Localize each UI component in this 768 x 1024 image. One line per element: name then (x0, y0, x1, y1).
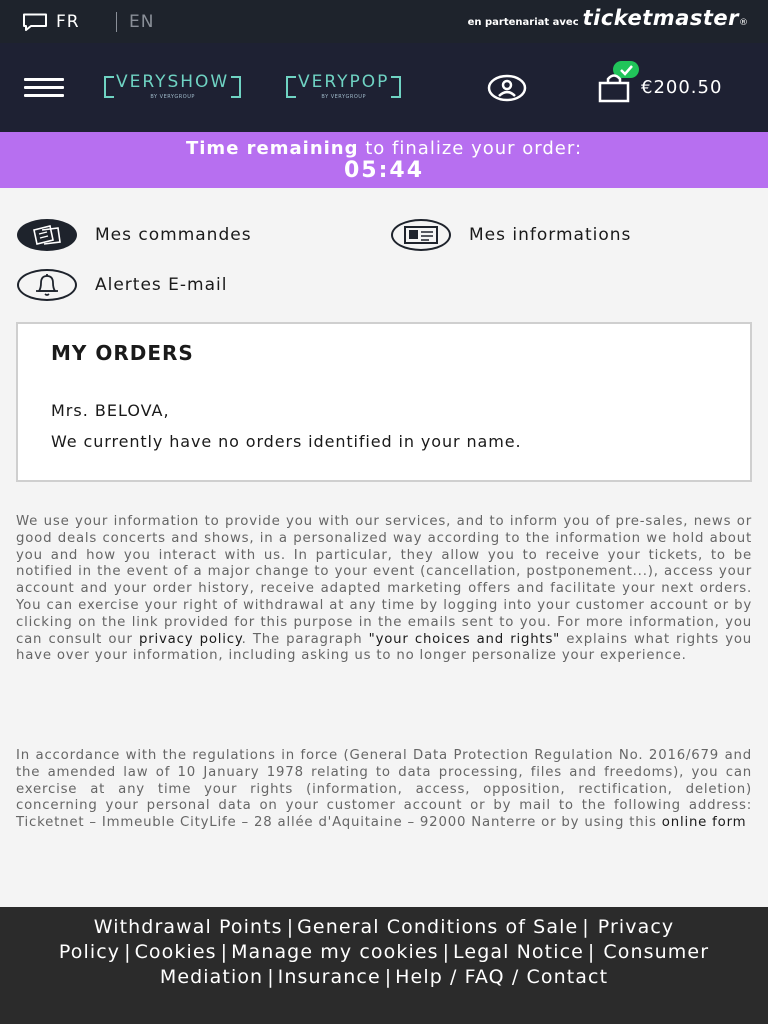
footer-link-cookies[interactable]: Cookies (135, 941, 217, 963)
choices-rights-link[interactable]: "your choices and rights" (369, 632, 560, 647)
verypop-logo[interactable]: VERYPOP BY VERYGROUP (286, 72, 402, 100)
menu-my-orders-label: Mes commandes (95, 225, 252, 245)
no-orders-message: We currently have no orders identified i… (51, 432, 522, 451)
verypop-logo-text: VERYPOP (286, 72, 402, 98)
verypop-logo-sub: BY VERYGROUP (321, 94, 366, 100)
veryshow-logo-sub: BY VERYGROUP (150, 94, 195, 100)
id-card-icon (391, 219, 451, 251)
footer-separator: | (124, 941, 131, 963)
lang-en-link[interactable]: EN (116, 0, 154, 43)
footer-separator: | (286, 916, 294, 938)
menu-my-orders[interactable]: Mes commandes (17, 219, 252, 251)
lang-fr-label: FR (56, 11, 80, 32)
menu-my-information[interactable]: Mes informations (391, 219, 631, 251)
footer-link-help-faq-contact[interactable]: Help / FAQ / Contact (395, 966, 608, 988)
cart-button[interactable]: €200.50 (597, 61, 747, 111)
menu-icon[interactable] (24, 78, 64, 98)
footer-link-manage-cookies[interactable]: Manage my cookies (231, 941, 439, 963)
user-icon (487, 74, 527, 102)
timer-label: Time remaining to finalize your order: (0, 132, 768, 159)
partner-prefix: en partenariat avec (467, 17, 579, 28)
lang-en-label: EN (129, 11, 155, 32)
site-header: VERYSHOW BY VERYGROUP VERYPOP BY VERYGRO… (0, 43, 768, 132)
timer-countdown: 05:44 (343, 158, 425, 183)
bell-icon (17, 269, 77, 301)
footer-separator: | (384, 966, 392, 988)
footer-separator: | (587, 941, 595, 963)
menu-my-information-label: Mes informations (469, 225, 632, 245)
my-orders-title: MY ORDERS (51, 341, 194, 365)
veryshow-logo-text: VERYSHOW (104, 72, 242, 98)
my-orders-panel: MY ORDERS Mrs. BELOVA, We currently have… (16, 322, 752, 482)
partner-banner: en partenariat avec ticketmaster ® (468, 6, 748, 30)
footer-separator: | (582, 916, 589, 938)
customer-greeting: Mrs. BELOVA, (51, 401, 170, 420)
registered-mark: ® (739, 18, 748, 28)
online-form-link[interactable]: online form (662, 815, 747, 830)
lang-separator (116, 11, 117, 32)
lang-fr-link[interactable]: FR (22, 0, 80, 43)
footer-separator: | (442, 941, 450, 963)
data-usage-text-b: . The paragraph (241, 631, 363, 647)
timer-label-bold: Time remaining (185, 138, 359, 159)
site-footer: Withdrawal Points | General Conditions of … (0, 907, 768, 1024)
shopping-bag-icon (598, 74, 630, 103)
footer-separator: | (267, 966, 274, 988)
timer-label-rest: to finalize your order: (365, 138, 583, 159)
gdpr-text: In accordance with the regulations in fo… (16, 748, 752, 831)
cart-total: €200.50 (641, 77, 723, 98)
chat-bubble-icon (23, 13, 47, 31)
data-usage-text-a: We use your information to provide you w… (16, 514, 752, 647)
footer-link-insurance[interactable]: Insurance (278, 966, 381, 988)
menu-email-alerts-label: Alertes E-mail (95, 275, 228, 295)
footer-separator: | (220, 941, 228, 963)
data-usage-notice: We use your information to provide you w… (16, 514, 752, 665)
user-account-button[interactable] (487, 73, 527, 103)
gdpr-notice: In accordance with the regulations in fo… (16, 748, 752, 832)
top-strip: FR EN en partenariat avec ticketmaster ® (0, 0, 768, 43)
footer-link-general-conditions[interactable]: General Conditions of Sale (297, 916, 578, 938)
privacy-policy-link[interactable]: privacy policy (139, 632, 242, 647)
tickets-icon (17, 219, 77, 251)
footer-link-withdrawal-points[interactable]: Withdrawal Points (94, 916, 283, 938)
footer-link-legal-notice[interactable]: Legal Notice (453, 941, 584, 963)
ticketmaster-logo: ticketmaster (582, 6, 739, 30)
veryshow-logo[interactable]: VERYSHOW BY VERYGROUP (104, 72, 242, 100)
menu-email-alerts[interactable]: Alertes E-mail (17, 269, 228, 301)
order-timer-banner: Time remaining to finalize your order: 0… (0, 132, 768, 188)
